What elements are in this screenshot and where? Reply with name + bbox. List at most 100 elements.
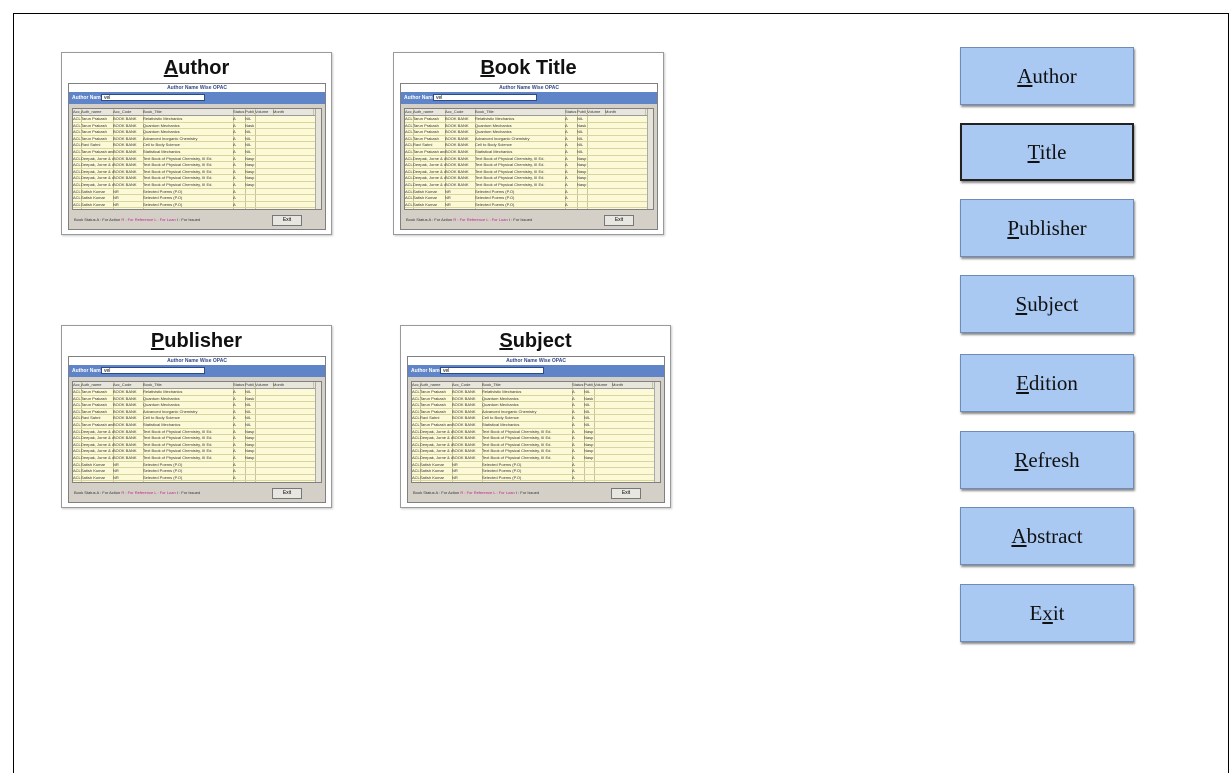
grid-scrollbar	[647, 109, 653, 209]
grid-cell: Statistical Mechanics	[143, 421, 234, 428]
status-legend: Book Status A : For Action R : For Refer…	[74, 490, 200, 495]
grid-cell: Tarun Prakash	[81, 122, 114, 129]
grid-cell: Deepak, Jorne & other	[81, 162, 114, 168]
grid-cell: Tarun Prakash and J.P. Agrawal	[413, 148, 446, 155]
thumbnail-publisher[interactable]: Publisher Author Name Wise OPAC Author Nam…	[61, 325, 332, 508]
abstract-button[interactable]: Abstract	[960, 507, 1134, 565]
grid-cell: Selected Poems (P.O)	[475, 188, 566, 195]
grid-cell: Deepak, Jorne & other	[81, 428, 114, 435]
grid-cell: NIL	[577, 135, 588, 142]
grid-cell: Satish Kumar	[413, 195, 446, 201]
grid-cell: Deepak, Jorne & other	[413, 162, 446, 168]
grid-cell: Selected Poems (P.O)	[143, 208, 234, 209]
grid-cell: Nasp	[245, 168, 256, 175]
thumbnail-book-title[interactable]: Book Title Author Name Wise OPAC Author Na…	[393, 52, 664, 235]
grid-cell: Ravi Sahni	[420, 415, 453, 421]
button-label-hotkey: T	[1027, 140, 1040, 164]
grid-cell: Selected Poems (P.O)	[143, 188, 234, 195]
grid-cell: BOOK BANK	[445, 116, 476, 122]
thumbnail-subject[interactable]: Subject Author Name Wise OPAC Author Name v…	[400, 325, 671, 508]
grid-cell: BOOK BANK	[445, 162, 476, 168]
grid-cell: Nasp	[584, 441, 595, 448]
exit-button[interactable]: Exit	[960, 584, 1134, 642]
grid-header-cell: Book_Title	[143, 382, 234, 388]
grid-cell: Nasp	[584, 435, 595, 441]
grid-cell: NIL	[584, 408, 595, 415]
grid-cell: Selected Poems (P.O)	[143, 474, 234, 481]
grid-row: ACL1Tarun PrakashBOOK BANKQuantum Mechan…	[73, 395, 321, 403]
grid-cell: Nasp	[245, 155, 256, 162]
grid-cell: Quantum Mechanics	[143, 129, 234, 135]
button-label-pre: E	[1029, 601, 1043, 625]
grid-header-cell: Month	[273, 109, 314, 115]
grid-row: ACL1Ravi SahniBOOK BANKCell to Body Scie…	[73, 415, 321, 422]
thumbnail-author[interactable]: Author Author Name Wise OPAC Author Name ve…	[61, 52, 332, 235]
grid-cell: Quantum Mechanics	[143, 122, 234, 129]
grid-cell: NIL	[245, 142, 256, 148]
grid-cell	[577, 195, 588, 201]
grid-cell: Advanced Inorganic Chemistry	[475, 135, 566, 142]
grid-row: ACL1Satish KumarNRSelected Poems (P.O)A	[405, 188, 653, 196]
grid-header-row: Acc_NoAuth_nameAcc_CodeBook_TitleStatusP…	[405, 109, 653, 116]
grid-cell: Statistical Mechanics	[475, 148, 566, 155]
grid-cell: NIL	[245, 415, 256, 421]
grid-row: ACL1Deepak, Jorne & otherBOOK BANKText B…	[73, 168, 321, 176]
grid-row: ACL1Deepak, Jorne & otherBOOK BANKText B…	[73, 441, 321, 449]
publisher-button[interactable]: Publisher	[960, 199, 1134, 257]
grid-cell: Satish Kumar	[420, 474, 453, 481]
grid-cell: Advanced Inorganic Chemistry	[482, 408, 573, 415]
button-label-post: uthor	[1032, 64, 1077, 88]
grid-cell: Tarun Prakash	[420, 395, 453, 402]
grid-cell: Cell to Body Science	[143, 415, 234, 421]
thumbnail-title: Subject	[401, 330, 670, 356]
grid-cell	[577, 188, 588, 195]
edition-button[interactable]: Edition	[960, 354, 1134, 412]
subject-button[interactable]: Subject	[960, 275, 1134, 333]
grid-cell: Ravi Sahni	[81, 142, 114, 148]
author-button[interactable]: Author	[960, 47, 1134, 105]
button-label-post: itle	[1039, 140, 1067, 164]
grid-cell: Cell to Body Science	[482, 415, 573, 421]
refresh-button[interactable]: Refresh	[960, 431, 1134, 489]
window-caption: Author Name Wise OPAC	[408, 357, 664, 365]
grid-cell: NIL	[584, 421, 595, 428]
grid-cell: Tarun Prakash	[81, 389, 114, 395]
grid-cell: Nask	[584, 395, 595, 402]
grid-row: ACL1Satish KumarNRSelected Poems (P.O)A	[412, 468, 660, 475]
grid-cell: Tarun Prakash and J.P. Agrawal	[81, 421, 114, 428]
grid-cell: Deepak, Jorne & other	[81, 448, 114, 454]
search-field: vel	[101, 367, 205, 374]
grid-cell	[584, 474, 595, 481]
search-field: vel	[433, 94, 537, 101]
grid-row: ACL1Tarun PrakashBOOK BANKAdvanced Inorg…	[405, 135, 653, 143]
grid-cell: NIL	[584, 402, 595, 408]
legend-reference: R : For Reference	[453, 217, 486, 222]
thumbnail-title-rest: uthor	[178, 57, 230, 79]
button-label-hotkey: E	[1016, 371, 1029, 395]
grid-cell: Tarun Prakash	[81, 116, 114, 122]
thumbnail-title-rest: ublisher	[164, 330, 243, 352]
title-button[interactable]: Title	[960, 123, 1134, 181]
grid-cell: BOOK BANK	[113, 408, 144, 415]
grid-cell: Relativistic Mechanics	[475, 116, 566, 122]
grid-cell: Nasp	[245, 448, 256, 454]
grid-row: ACL1Tarun Prakash and J.P. AgrawalBOOK B…	[73, 148, 321, 156]
grid-cell: Satish Kumar	[81, 481, 114, 482]
grid-row: ACL1Deepak, Jorne & otherBOOK BANKText B…	[73, 155, 321, 163]
grid-row: ACL1Satish KumarNRSelected Poems (P.O)A	[73, 201, 321, 209]
grid-header-cell: Auth_name	[81, 382, 114, 388]
grid-row: ACL1Ravi SahniBOOK BANKCell to Body Scie…	[73, 142, 321, 149]
grid-row: ACL1Tarun Prakash and J.P. AgrawalBOOK B…	[405, 148, 653, 156]
grid-header-cell: Auth_name	[420, 382, 453, 388]
grid-cell	[584, 481, 595, 482]
grid-scrollbar	[315, 109, 321, 209]
grid-cell: Text Book of Physical Chemistry, III Ed.	[482, 428, 573, 435]
grid-row: ACL1Tarun PrakashBOOK BANKQuantum Mechan…	[412, 395, 660, 403]
grid-row: ACL1Ravi SahniBOOK BANKCell to Body Scie…	[412, 415, 660, 422]
grid-header-cell: Auth_name	[413, 109, 446, 115]
search-bar: Author Name vel	[401, 92, 657, 104]
grid-cell: NR	[445, 188, 476, 195]
grid-row: ACL1Satish KumarNRSelected Poems (P.O)A	[412, 481, 660, 482]
grid-row: ACL1Deepak, Jorne & otherBOOK BANKText B…	[73, 181, 321, 189]
grid-header-cell: Book_Title	[482, 382, 573, 388]
